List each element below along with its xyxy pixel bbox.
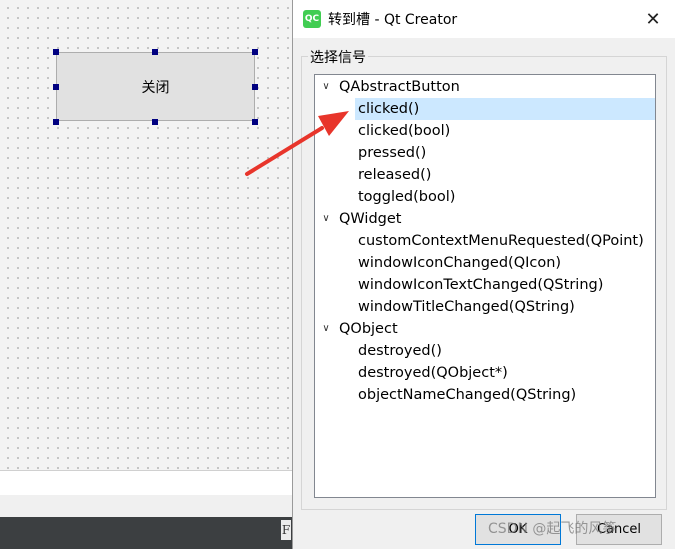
signal-item[interactable]: released() (315, 164, 655, 186)
signal-item[interactable]: destroyed(QObject*) (315, 362, 655, 384)
qt-creator-logo-icon: QC (303, 10, 321, 28)
signal-item-label: destroyed() (358, 343, 442, 359)
signal-groupbox-label: 选择信号 (308, 47, 368, 67)
resize-handle-top-left[interactable] (53, 49, 59, 55)
chevron-down-icon[interactable]: ∨ (320, 208, 332, 230)
signal-item[interactable]: windowTitleChanged(QString) (315, 296, 655, 318)
resize-handle-top-right[interactable] (252, 49, 258, 55)
status-field-glyph: F (281, 523, 291, 537)
signal-item-label: clicked(bool) (358, 123, 451, 139)
go-to-slot-dialog: QC 转到槽 - Qt Creator ✕ 选择信号 ∨ QAbstractBut… (292, 0, 675, 549)
tree-group-label: QObject (339, 321, 398, 337)
resize-handle-bottom-right[interactable] (252, 119, 258, 125)
signal-item[interactable]: destroyed() (315, 340, 655, 362)
signal-item-label: clicked() (358, 101, 420, 117)
signal-item-label: toggled(bool) (358, 189, 456, 205)
close-push-button[interactable]: 关闭 (56, 52, 255, 121)
signal-item[interactable]: clicked() (315, 98, 655, 120)
signal-tree[interactable]: ∨ QAbstractButton clicked() clicked(bool) pr… (314, 74, 656, 498)
signal-item-label: windowTitleChanged(QString) (358, 299, 575, 315)
tree-group-qabstractbutton[interactable]: ∨ QAbstractButton (315, 76, 655, 98)
dialog-titlebar: QC 转到槽 - Qt Creator ✕ (293, 0, 675, 38)
form-canvas[interactable]: 关闭 (0, 0, 292, 470)
resize-handle-top[interactable] (152, 49, 158, 55)
watermark: CSDN @起飞的风筝 (488, 521, 617, 537)
signal-item-label: windowIconChanged(QIcon) (358, 255, 562, 271)
signal-item-label: customContextMenuRequested(QPoint) (358, 233, 644, 249)
tree-group-qobject[interactable]: ∨ QObject (315, 318, 655, 340)
signal-item-label: destroyed(QObject*) (358, 365, 508, 381)
tree-group-label: QWidget (339, 211, 402, 227)
signal-item-label: windowIconTextChanged(QString) (358, 277, 604, 293)
canvas-bottom-strip (0, 470, 292, 496)
chevron-down-icon[interactable]: ∨ (320, 76, 332, 98)
chevron-down-icon[interactable]: ∨ (320, 318, 332, 340)
qt-logo-text: QC (304, 14, 320, 24)
tree-group-qwidget[interactable]: ∨ QWidget (315, 208, 655, 230)
signal-item-label: objectNameChanged(QString) (358, 387, 577, 403)
close-icon: ✕ (645, 8, 661, 30)
resize-handle-left[interactable] (53, 84, 59, 90)
canvas-gray-strip (0, 495, 292, 517)
signal-item[interactable]: windowIconChanged(QIcon) (315, 252, 655, 274)
tree-group-label: QAbstractButton (339, 79, 460, 95)
signal-item-label: pressed() (358, 145, 427, 161)
signal-item[interactable]: objectNameChanged(QString) (315, 384, 655, 406)
close-dialog-button[interactable]: ✕ (639, 6, 667, 32)
status-bar (0, 517, 292, 549)
signal-item[interactable]: toggled(bool) (315, 186, 655, 208)
signal-item[interactable]: customContextMenuRequested(QPoint) (315, 230, 655, 252)
resize-handle-right[interactable] (252, 84, 258, 90)
resize-handle-bottom-left[interactable] (53, 119, 59, 125)
signal-item[interactable]: pressed() (315, 142, 655, 164)
close-push-button-label: 关闭 (141, 79, 170, 96)
signal-item[interactable]: windowIconTextChanged(QString) (315, 274, 655, 296)
signal-item-label: released() (358, 167, 432, 183)
status-field: F (281, 520, 291, 540)
dialog-title: 转到槽 - Qt Creator (328, 12, 458, 28)
signal-item[interactable]: clicked(bool) (315, 120, 655, 142)
resize-handle-bottom[interactable] (152, 119, 158, 125)
